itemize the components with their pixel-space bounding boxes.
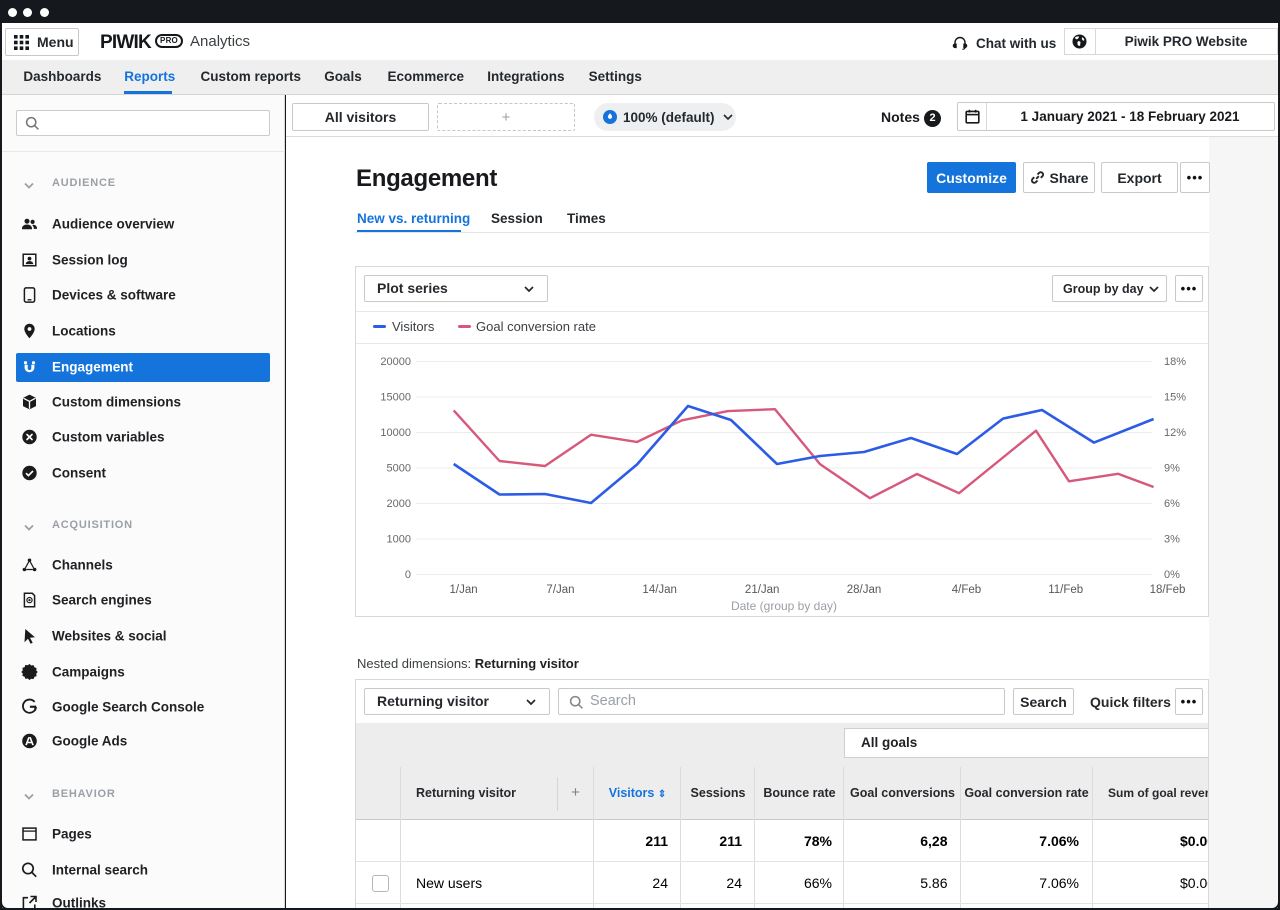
svg-text:6%: 6% [1164, 498, 1180, 510]
svg-text:1/Jan: 1/Jan [450, 584, 478, 596]
svg-text:20000: 20000 [380, 356, 411, 368]
svg-text:0%: 0% [1164, 569, 1180, 581]
svg-text:18%: 18% [1164, 356, 1186, 368]
svg-text:18/Feb: 18/Feb [1150, 584, 1186, 596]
svg-text:3%: 3% [1164, 534, 1180, 546]
svg-text:12%: 12% [1164, 427, 1186, 439]
svg-text:4/Feb: 4/Feb [952, 584, 981, 596]
svg-text:14/Jan: 14/Jan [642, 584, 677, 596]
svg-text:11/Feb: 11/Feb [1048, 584, 1083, 596]
svg-text:5000: 5000 [387, 463, 411, 475]
svg-text:15%: 15% [1164, 392, 1186, 404]
svg-text:Date (group by day): Date (group by day) [731, 599, 837, 613]
svg-text:2000: 2000 [387, 498, 411, 510]
svg-text:1000: 1000 [387, 534, 411, 546]
svg-text:21/Jan: 21/Jan [745, 584, 780, 596]
svg-text:15000: 15000 [380, 392, 411, 404]
svg-text:7/Jan: 7/Jan [546, 584, 574, 596]
svg-text:28/Jan: 28/Jan [847, 584, 882, 596]
svg-text:9%: 9% [1164, 463, 1180, 475]
svg-text:10000: 10000 [380, 427, 411, 439]
svg-text:0: 0 [405, 569, 411, 581]
